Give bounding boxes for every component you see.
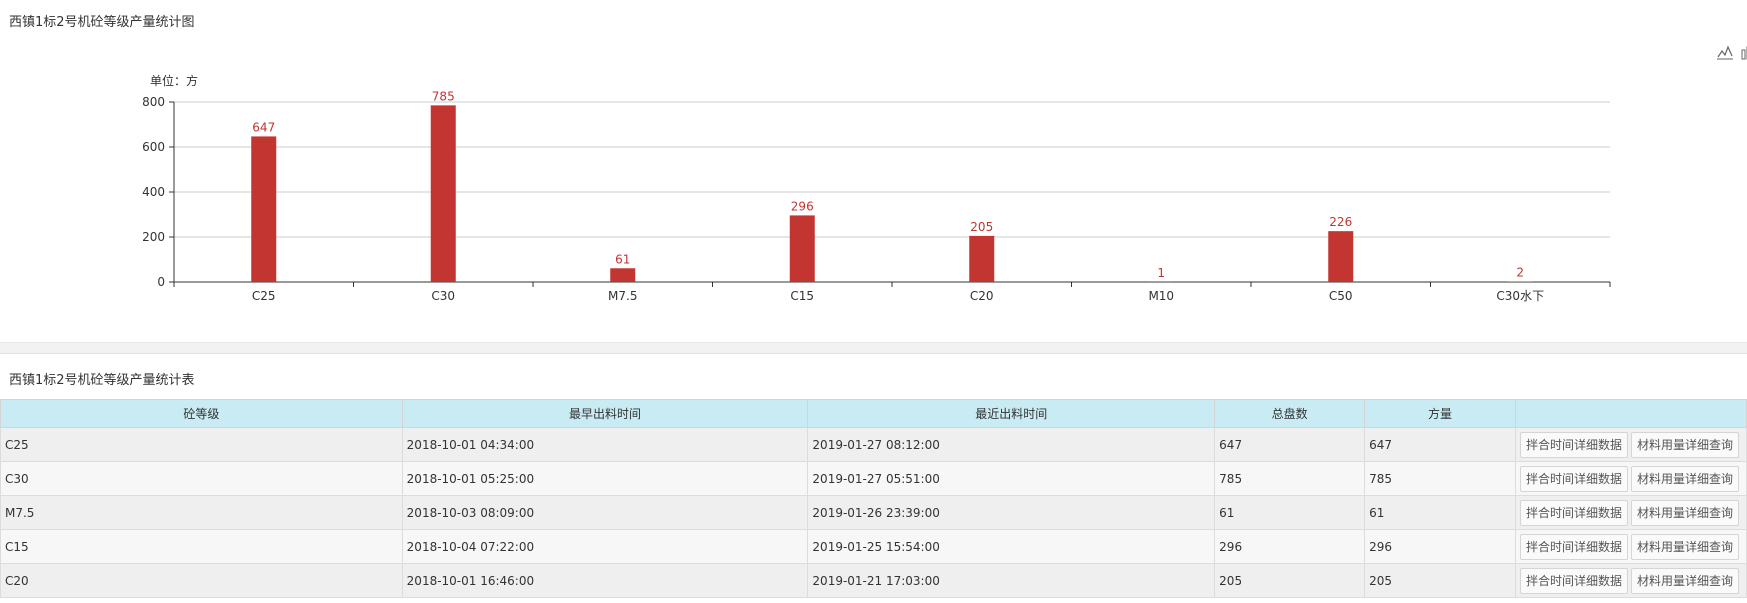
x-category-label: C15 [790,289,814,303]
column-header-volume[interactable]: 方量 [1364,399,1516,428]
bar-value-label: 205 [970,220,993,234]
cell-actions: 拌合时间详细数据 材料用量详细查询 [1514,563,1747,598]
mix-time-detail-button[interactable]: 拌合时间详细数据 [1519,465,1628,492]
bar-chart: 单位：方 0 200 400 600 800 647 C25 785 C30 61 M7.5 296 C1… [142,73,1611,303]
cell-grade: C20 [0,563,403,598]
y-axis-unit-label: 单位：方 [150,73,198,88]
cell-volume: 61 [1364,495,1516,530]
mix-time-detail-button[interactable]: 拌合时间详细数据 [1519,431,1628,458]
cell-first-time: 2018-10-01 05:25:00 [401,461,809,496]
cell-grade: M7.5 [0,495,403,530]
table-header-row: 砼等级 最早出料时间 最近出料时间 总盘数 方量 [0,399,1747,428]
bar-value-label: 647 [252,120,275,134]
cell-actions: 拌合时间详细数据 材料用量详细查询 [1514,495,1747,530]
x-category-label: C30 [431,289,455,303]
cell-batches: 61 [1214,495,1366,530]
cell-last-time: 2019-01-21 17:03:00 [807,563,1216,598]
cell-actions: 拌合时间详细数据 材料用量详细查询 [1514,529,1747,564]
column-header-first-time[interactable]: 最早出料时间 [401,399,809,428]
material-usage-query-button[interactable]: 材料用量详细查询 [1630,499,1739,526]
mix-time-detail-button[interactable]: 拌合时间详细数据 [1519,499,1628,526]
bar [610,268,636,282]
material-usage-query-button[interactable]: 材料用量详细查询 [1630,431,1739,458]
x-category-label: C30水下 [1496,289,1544,303]
material-usage-query-button[interactable]: 材料用量详细查询 [1630,465,1739,492]
bar [251,136,277,282]
cell-batches: 647 [1214,427,1366,462]
cell-last-time: 2019-01-27 05:51:00 [807,461,1216,496]
cell-last-time: 2019-01-25 15:54:00 [807,529,1216,564]
cell-grade: C30 [0,461,403,496]
table-row[interactable]: C25 2018-10-01 04:34:00 2019-01-27 08:12:0… [0,427,1747,462]
x-category-label: C25 [252,289,276,303]
x-category-label: M10 [1148,289,1174,303]
cell-last-time: 2019-01-26 23:39:00 [807,495,1216,530]
y-tick-label: 800 [142,95,165,109]
column-header-last-time[interactable]: 最近出料时间 [807,399,1216,428]
cell-first-time: 2018-10-01 16:46:00 [401,563,809,598]
table-row[interactable]: C20 2018-10-01 16:46:00 2019-01-21 17:03:0… [0,563,1747,598]
mix-time-detail-button[interactable]: 拌合时间详细数据 [1519,533,1628,560]
bar-value-label: 1 [1157,266,1165,280]
cell-actions: 拌合时间详细数据 材料用量详细查询 [1514,461,1747,496]
cell-actions: 拌合时间详细数据 材料用量详细查询 [1514,427,1747,462]
cell-first-time: 2018-10-03 08:09:00 [401,495,809,530]
bar [789,215,815,282]
material-usage-query-button[interactable]: 材料用量详细查询 [1630,533,1739,560]
x-category-label: C50 [1329,289,1353,303]
bar-value-label: 296 [791,199,814,213]
column-header-grade[interactable]: 砼等级 [0,399,403,428]
y-tick-label: 200 [142,230,165,244]
y-tick-label: 0 [157,275,165,289]
cell-batches: 296 [1214,529,1366,564]
column-header-actions [1514,399,1747,428]
column-header-batches[interactable]: 总盘数 [1214,399,1366,428]
cell-grade: C25 [0,427,403,462]
cell-volume: 647 [1364,427,1516,462]
bar-value-label: 2 [1516,266,1524,280]
table-panel-title: 西镇1标2号机砼等级产量统计表 [9,373,195,388]
bar [969,235,995,282]
x-category-label: C20 [970,289,994,303]
bar [430,105,456,282]
cell-volume: 785 [1364,461,1516,496]
cell-volume: 205 [1364,563,1516,598]
cell-grade: C15 [0,529,403,564]
production-table: 砼等级 最早出料时间 最近出料时间 总盘数 方量 C25 2018-10-01 0… [0,399,1747,598]
cell-first-time: 2018-10-04 07:22:00 [401,529,809,564]
panel-divider [0,342,1747,354]
mix-time-detail-button[interactable]: 拌合时间详细数据 [1519,567,1628,594]
y-tick-label: 400 [142,185,165,199]
material-usage-query-button[interactable]: 材料用量详细查询 [1630,567,1739,594]
cell-first-time: 2018-10-01 04:34:00 [401,427,809,462]
y-tick-label: 600 [142,140,165,154]
cell-volume: 296 [1364,529,1516,564]
table-row[interactable]: M7.5 2018-10-03 08:09:00 2019-01-26 23:39:… [0,495,1747,530]
cell-last-time: 2019-01-27 08:12:00 [807,427,1216,462]
bar-value-label: 785 [432,89,455,103]
cell-batches: 205 [1214,563,1366,598]
cell-batches: 785 [1214,461,1366,496]
bar-value-label: 61 [615,252,630,266]
x-category-label: M7.5 [608,289,637,303]
bar [1328,231,1354,282]
table-row[interactable]: C15 2018-10-04 07:22:00 2019-01-25 15:54:0… [0,529,1747,564]
table-row[interactable]: C30 2018-10-01 05:25:00 2019-01-27 05:51:0… [0,461,1747,496]
bar-value-label: 226 [1329,215,1352,229]
